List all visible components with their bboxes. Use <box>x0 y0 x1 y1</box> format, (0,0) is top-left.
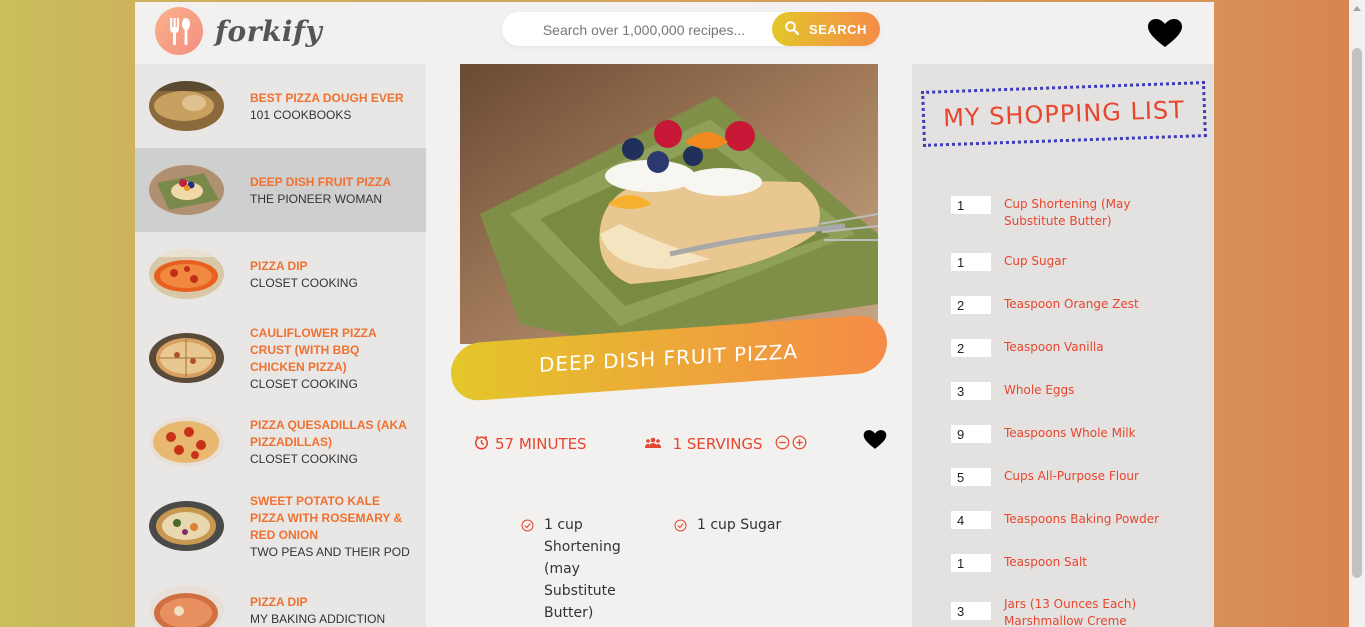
shopping-item-count[interactable] <box>951 425 991 443</box>
result-author: TWO PEAS AND THEIR POD <box>250 544 410 559</box>
shopping-item-count[interactable] <box>951 468 991 486</box>
shopping-item-text: Cup Sugar <box>1004 254 1067 268</box>
recipe-time-text: 57 MINUTES <box>495 435 587 453</box>
shopping-item: Whole Eggs <box>951 382 1181 400</box>
minus-circle-icon[interactable] <box>775 435 790 454</box>
result-item[interactable]: SWEET POTATO KALE PIZZA WITH ROSEMARY & … <box>135 484 426 568</box>
result-item[interactable]: CAULIFLOWER PIZZA CRUST (WITH BBQ CHICKE… <box>135 316 426 400</box>
result-item[interactable]: PIZZA QUESADILLAS (AKA PIZZADILLAS) CLOS… <box>135 400 426 484</box>
likes-heart-icon[interactable] <box>1147 18 1183 52</box>
recipe-thumbnail <box>149 585 224 627</box>
search-button-label: SEARCH <box>809 21 867 37</box>
people-icon <box>644 435 661 453</box>
result-author: CLOSET COOKING <box>250 376 358 391</box>
fork-spoon-icon <box>155 7 203 55</box>
clock-icon <box>474 435 489 454</box>
shopping-item-count[interactable] <box>951 296 991 314</box>
shopping-item: Teaspoon Vanilla <box>951 339 1181 357</box>
shopping-item-text: Cups All-Purpose Flour <box>1004 469 1139 483</box>
ingredient-text: 1 cup Sugar <box>697 517 782 533</box>
result-author: MY BAKING ADDICTION <box>250 611 386 626</box>
search-icon <box>785 20 800 38</box>
result-title: BEST PIZZA DOUGH EVER <box>250 90 404 105</box>
shopping-item-count[interactable] <box>951 602 991 620</box>
shopping-item: Teaspoon Salt <box>951 554 1181 572</box>
shopping-item: Teaspoons Whole Milk <box>951 425 1181 443</box>
result-item[interactable]: BEST PIZZA DOUGH EVER 101 COOKBOOKS <box>135 64 426 148</box>
result-title: CAULIFLOWER PIZZA CRUST (WITH BBQ CHICKE… <box>250 325 377 374</box>
shopping-item: Cup Sugar <box>951 253 1181 271</box>
shopping-item-text: Jars (13 Ounces Each) Marshmallow Creme <box>1004 597 1137 627</box>
shopping-list: MY SHOPPING LIST Cup Shortening (May Sub… <box>912 64 1214 627</box>
shopping-item-count[interactable] <box>951 554 991 572</box>
shopping-item-text: Teaspoon Vanilla <box>1004 340 1104 354</box>
results-list: BEST PIZZA DOUGH EVER 101 COOKBOOKS DEEP… <box>135 64 426 627</box>
result-author: THE PIONEER WOMAN <box>250 191 383 206</box>
page-scrollbar[interactable] <box>1349 0 1365 627</box>
shopping-item-text: Cup Shortening (May Substitute Butter) <box>1004 197 1131 228</box>
recipe-servings-text: 1 SERVINGS <box>672 435 763 453</box>
shopping-item: Jars (13 Ounces Each) Marshmallow Creme <box>951 596 1181 627</box>
shopping-item-text: Teaspoons Whole Milk <box>1004 426 1136 440</box>
shopping-item: Teaspoons Baking Powder <box>951 511 1181 529</box>
result-author: CLOSET COOKING <box>250 275 358 290</box>
search-button[interactable]: SEARCH <box>772 12 880 46</box>
shopping-item: Cups All-Purpose Flour <box>951 468 1181 486</box>
result-author: 101 COOKBOOKS <box>250 107 352 122</box>
check-circle-icon <box>521 517 534 624</box>
recipe-title: DEEP DISH FRUIT PIZZA <box>539 339 799 377</box>
ingredient-list: 1 cup Shortening (may Substitute Butter)… <box>521 514 841 624</box>
header: forkify SEARCH <box>135 2 1214 64</box>
shopping-item-text: Teaspoon Salt <box>1004 555 1088 569</box>
shopping-item: Teaspoon Orange Zest <box>951 296 1181 314</box>
result-item[interactable]: PIZZA DIP CLOSET COOKING <box>135 232 426 316</box>
shopping-item-count[interactable] <box>951 382 991 400</box>
recipe-love-button[interactable] <box>863 429 887 454</box>
check-circle-icon <box>674 517 687 624</box>
ingredient-text: 1 cup Shortening (may Substitute Butter) <box>544 517 621 621</box>
shopping-list-title: MY SHOPPING LIST <box>942 95 1186 133</box>
recipe-image <box>460 64 878 344</box>
logo-text: forkify <box>215 14 323 48</box>
shopping-item-text: Whole Eggs <box>1004 383 1075 397</box>
plus-circle-icon[interactable] <box>792 435 807 454</box>
logo[interactable]: forkify <box>155 7 322 55</box>
recipe-thumbnail <box>149 417 224 467</box>
shopping-item-count[interactable] <box>951 253 991 271</box>
recipe-thumbnail <box>149 333 224 383</box>
recipe-time: 57 MINUTES <box>474 435 587 454</box>
recipe-thumbnail <box>149 165 224 215</box>
search-form: SEARCH <box>502 12 880 48</box>
result-title: PIZZA DIP <box>250 594 308 609</box>
shopping-item-count[interactable] <box>951 511 991 529</box>
scroll-up-arrow-icon[interactable] <box>1353 6 1361 11</box>
shopping-item-count[interactable] <box>951 196 991 214</box>
result-item-active[interactable]: DEEP DISH FRUIT PIZZA THE PIONEER WOMAN <box>135 148 426 232</box>
result-title: PIZZA DIP <box>250 258 308 273</box>
ingredient-item: 1 cup Sugar <box>674 514 827 624</box>
shopping-item-text: Teaspoons Baking Powder <box>1004 512 1160 526</box>
scrollbar-thumb[interactable] <box>1352 48 1362 578</box>
result-item[interactable]: PIZZA DIP MY BAKING ADDICTION <box>135 568 426 627</box>
recipe-thumbnail <box>149 81 224 131</box>
result-title: SWEET POTATO KALE PIZZA WITH ROSEMARY & … <box>250 493 403 542</box>
shopping-list-heading: MY SHOPPING LIST <box>921 81 1207 147</box>
result-author: CLOSET COOKING <box>250 452 358 466</box>
shopping-item-text: Teaspoon Orange Zest <box>1004 297 1139 311</box>
ingredient-item: 1 cup Shortening (may Substitute Butter) <box>521 514 674 624</box>
heart-icon <box>863 430 887 449</box>
shopping-item-count[interactable] <box>951 339 991 357</box>
shopping-item: Cup Shortening (May Substitute Butter) <box>951 196 1181 230</box>
recipe-view: DEEP DISH FRUIT PIZZA 57 MINUTES 1 SERVI… <box>426 64 912 627</box>
recipe-details: 57 MINUTES 1 SERVINGS <box>474 429 894 459</box>
recipe-thumbnail <box>149 249 224 299</box>
result-title: PIZZA QUESADILLAS (AKA PIZZADILLAS) <box>250 418 407 449</box>
recipe-servings: 1 SERVINGS <box>644 435 807 454</box>
app-container: forkify SEARCH BEST PIZZA DOUGH EVER 101… <box>135 2 1214 627</box>
recipe-thumbnail <box>149 501 224 551</box>
result-title: DEEP DISH FRUIT PIZZA <box>250 174 392 189</box>
search-input[interactable] <box>522 12 766 48</box>
